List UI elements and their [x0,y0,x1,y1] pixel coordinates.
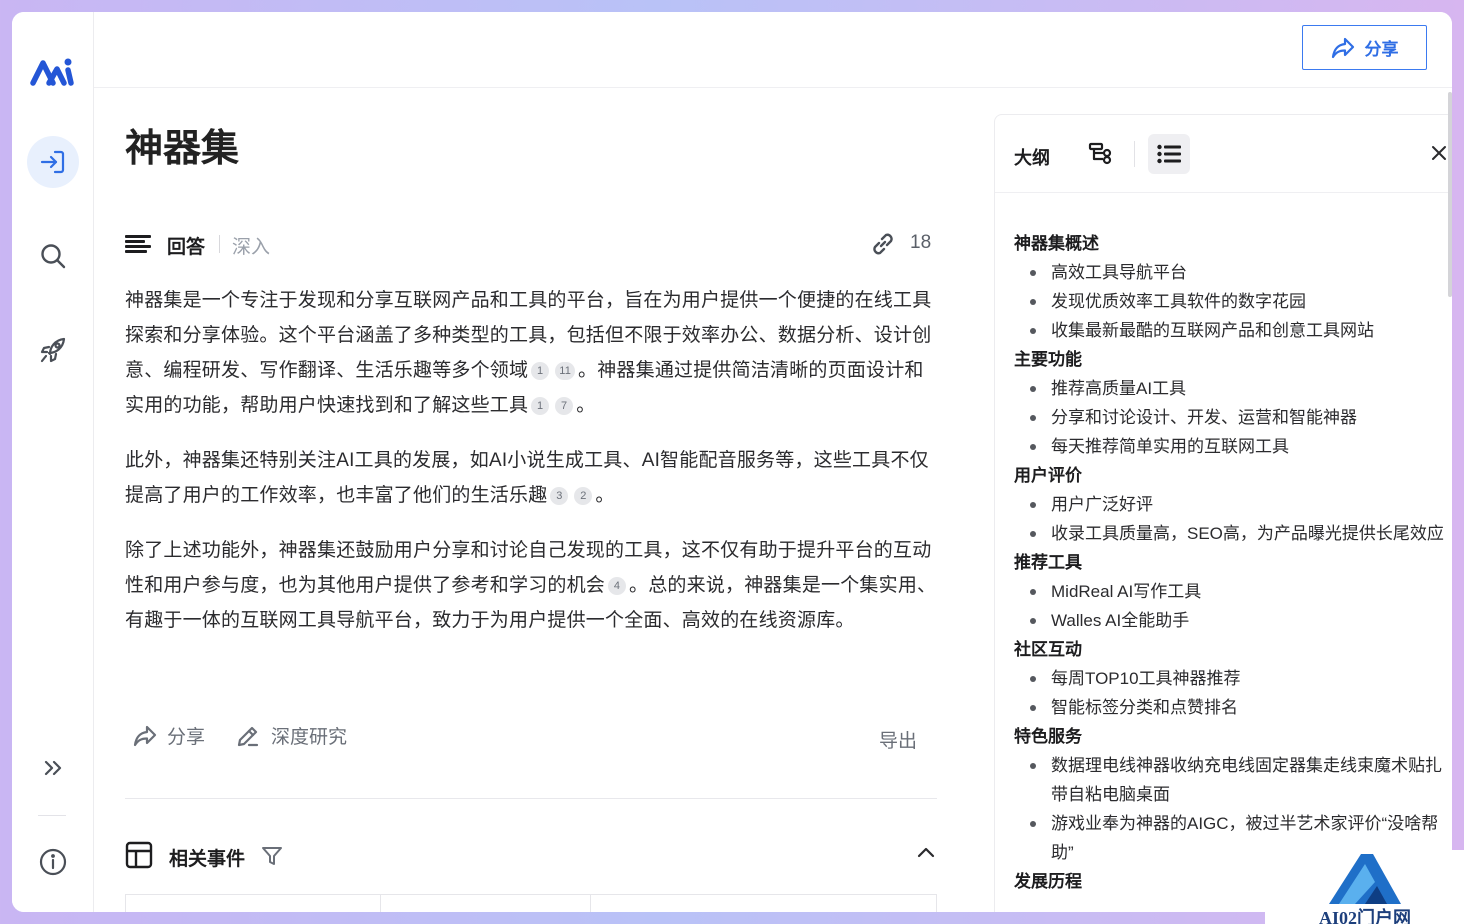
outline-section-title[interactable]: 神器集概述 [1014,229,1444,258]
tab-answer[interactable]: 回答 [167,232,205,259]
answer-paragraph: 此外，神器集还特别关注AI工具的发展，如AI小说生成工具、AI智能配音服务等，这… [125,443,937,513]
mindmap-icon[interactable] [1088,140,1114,166]
outline-item[interactable]: 分享和讨论设计、开发、运营和智能神器 [1014,403,1444,432]
share-button-label: 分享 [1364,40,1399,59]
search-icon[interactable] [27,230,79,282]
citation-badge[interactable]: 2 [574,487,593,505]
outline-header: 大纲 [995,115,1452,193]
citation-badge[interactable]: 3 [550,487,569,505]
outline-item[interactable]: 高效工具导航平台 [1014,258,1444,287]
main-content: 神器集 回答 深入 18 神器集是一个专注于发现和分享互联网产品和工具的平台，旨… [94,89,994,912]
export-button[interactable]: 导出 [879,726,917,753]
rail-divider [38,815,66,816]
answer-text: 。 [576,395,596,416]
outline-item[interactable]: Walles AI全能助手 [1014,606,1444,635]
outline-item[interactable]: 智能标签分类和点赞排名 [1014,693,1444,722]
app-logo-icon[interactable] [30,56,76,88]
list-view-button[interactable] [1148,134,1190,174]
watermark-text: AI02门户网 [1319,908,1412,924]
events-table [125,894,937,912]
watermark-logo-icon [1329,854,1401,904]
answer-text: 此外，神器集还特别关注AI工具的发展，如AI小说生成工具、AI智能配音服务等，这… [125,450,929,506]
outline-section-title[interactable]: 推荐工具 [1014,548,1444,577]
outline-item[interactable]: MidReal AI写作工具 [1014,577,1444,606]
sources-count[interactable]: 18 [910,232,931,254]
pencil-icon [237,726,259,746]
outline-item[interactable]: 收录工具质量高，SEO高，为产品曝光提供长尾效应 [1014,519,1444,548]
table-icon [125,841,153,869]
citation-badge[interactable]: 1 [531,397,550,415]
filter-icon[interactable] [261,845,283,867]
sources-link-icon[interactable] [869,230,897,258]
outline-item[interactable]: 每周TOP10工具神器推荐 [1014,664,1444,693]
answer-text: 。 [595,485,615,506]
tab-deep[interactable]: 深入 [232,232,270,259]
citation-badge[interactable]: 1 [531,362,550,380]
outline-body: 神器集概述 高效工具导航平台 发现优质效率工具软件的数字花园 收集最新最酷的互联网产品… [1014,229,1444,896]
section-divider [125,798,937,799]
outline-panel: 大纲 神器集概述 高效工具导航平台 发现优质效率工具软件的数字花园 收集最新最酷的互联… [994,114,1452,912]
outline-item[interactable]: 用户广泛好评 [1014,490,1444,519]
header-divider [1134,141,1135,167]
answer-lines-icon [125,235,151,253]
share-button[interactable]: 分享 [1302,25,1427,70]
outline-section-title[interactable]: 社区互动 [1014,635,1444,664]
close-icon[interactable] [1431,145,1447,161]
top-bar: 分享 [94,12,1452,88]
outline-item[interactable]: 收集最新最酷的互联网产品和创意工具网站 [1014,316,1444,345]
answer-paragraph: 除了上述功能外，神器集还鼓励用户分享和讨论自己发现的工具，这不仅有助于提升平台的… [125,533,937,638]
outline-section-title[interactable]: 主要功能 [1014,345,1444,374]
outline-label: 大纲 [1014,148,1050,168]
citation-badge[interactable]: 7 [555,397,574,415]
answer-share-button[interactable]: 分享 [133,722,205,749]
related-events-header: 相关事件 [125,841,937,871]
table-column-divider [590,895,591,912]
deep-research-label: 深度研究 [271,727,348,748]
deep-research-button[interactable]: 深度研究 [235,722,347,749]
watermark: AI02门户网 [1265,850,1464,924]
chevron-up-icon[interactable] [917,847,935,859]
share-icon [1331,37,1354,58]
scrollbar[interactable] [1448,92,1452,297]
answer-body: 神器集是一个专注于发现和分享互联网产品和工具的平台，旨在为用户提供一个便捷的在线… [125,283,937,658]
info-icon[interactable] [27,836,79,888]
login-icon[interactable] [27,136,79,188]
answer-share-label: 分享 [167,727,206,748]
app-window: 分享 神器集 回答 深入 18 神器集是一个专注于发现和分享互联网产品和工具的平… [12,12,1452,912]
rocket-icon[interactable] [27,324,79,376]
answer-tabs: 回答 深入 18 [125,229,937,259]
outline-section-title[interactable]: 用户评价 [1014,461,1444,490]
outline-item[interactable]: 数据理电线神器收纳充电线固定器集走线束魔术贴扎带自粘电脑桌面 [1014,751,1444,809]
outline-item[interactable]: 发现优质效率工具软件的数字花园 [1014,287,1444,316]
related-events-title: 相关事件 [169,849,246,870]
outline-item[interactable]: 推荐高质量AI工具 [1014,374,1444,403]
answer-paragraph: 神器集是一个专注于发现和分享互联网产品和工具的平台，旨在为用户提供一个便捷的在线… [125,283,937,423]
citation-badge[interactable]: 11 [555,362,576,380]
left-rail [12,12,94,912]
list-icon [1157,144,1181,164]
share-icon [133,725,157,746]
outline-section-title[interactable]: 特色服务 [1014,722,1444,751]
expand-sidebar-icon[interactable] [27,742,79,794]
outline-item[interactable]: 每天推荐简单实用的互联网工具 [1014,432,1444,461]
citation-badge[interactable]: 4 [608,577,627,595]
table-column-divider [380,895,381,912]
tab-divider [219,235,220,253]
page-title: 神器集 [125,128,240,170]
answer-actions: 分享 深度研究 导出 [125,722,937,756]
